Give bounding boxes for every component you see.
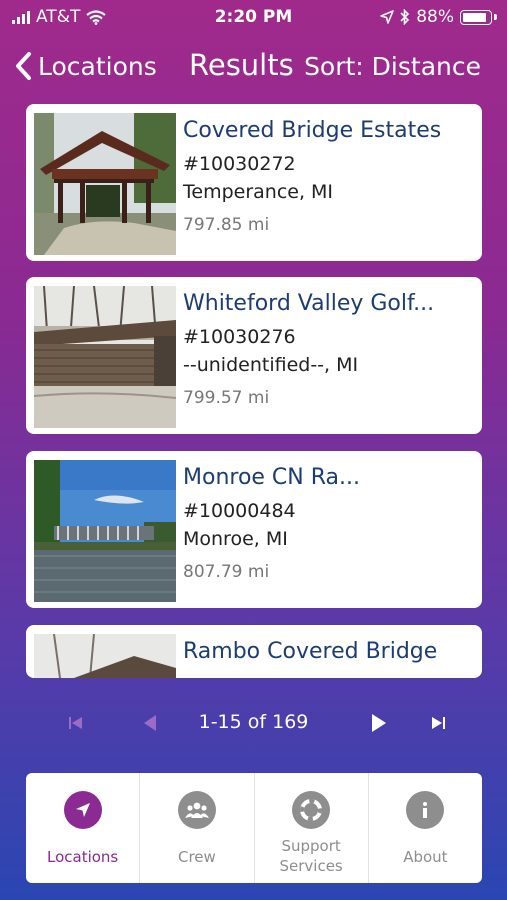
page-title: Results	[189, 48, 294, 82]
bluetooth-icon	[400, 9, 410, 25]
covered-bridge-photo	[34, 113, 176, 255]
tab-crew[interactable]: Crew	[140, 773, 255, 883]
result-location: --unidentified--, MI	[183, 354, 359, 376]
location-arrow-icon	[63, 791, 102, 829]
result-id: #10030272	[183, 153, 296, 175]
result-card[interactable]: Covered Bridge Estates #10030272 Tempera…	[26, 104, 482, 261]
tab-locations[interactable]: Locations	[26, 773, 141, 883]
location-services-icon	[380, 10, 395, 24]
covered-bridge-photo	[34, 286, 176, 428]
result-distance: 799.57 mi	[183, 388, 270, 408]
result-name[interactable]: Whiteford Valley Golf...	[183, 291, 474, 316]
lifebuoy-icon	[292, 791, 331, 829]
tab-label-line2: Services	[279, 857, 343, 875]
battery-label: 88%	[416, 7, 454, 27]
tab-support-services[interactable]: Support Services	[255, 773, 369, 883]
tab-label: Locations	[46, 848, 119, 866]
sort-button[interactable]: Sort: Distance	[304, 52, 481, 81]
railroad-bridge-photo	[34, 460, 176, 602]
result-name[interactable]: Rambo Covered Bridge	[183, 639, 474, 664]
covered-bridge-photo	[34, 634, 176, 678]
result-location: Monroe, MI	[183, 528, 288, 550]
result-card[interactable]: Rambo Covered Bridge	[26, 625, 482, 678]
result-id: #10030276	[183, 326, 296, 348]
result-distance: 797.85 mi	[183, 215, 270, 235]
result-id: #10000484	[183, 500, 296, 522]
tab-label: Crew	[177, 848, 216, 866]
group-icon	[177, 791, 216, 829]
back-label: Locations	[38, 51, 157, 81]
nav-bar: Locations Results Sort: Distance	[0, 48, 507, 88]
back-button[interactable]: Locations	[14, 51, 157, 81]
status-bar: AT&T 2:20 PM 88%	[0, 0, 507, 36]
last-page-icon[interactable]	[426, 711, 450, 735]
next-page-icon[interactable]	[366, 711, 390, 735]
tab-about[interactable]: About	[369, 773, 482, 883]
result-card[interactable]: Whiteford Valley Golf... #10030276 --uni…	[26, 277, 482, 434]
result-name[interactable]: Covered Bridge Estates	[183, 118, 474, 143]
result-location: Temperance, MI	[183, 181, 334, 203]
info-icon	[406, 791, 445, 829]
battery-icon	[460, 9, 492, 25]
tab-label: About	[403, 848, 448, 866]
result-distance: 807.79 mi	[183, 562, 270, 582]
chevron-left-icon	[16, 52, 31, 80]
result-card[interactable]: Monroe CN Ra... #10000484 Monroe, MI 807…	[26, 451, 482, 608]
tab-label-line1: Support	[281, 837, 341, 855]
result-name[interactable]: Monroe CN Ra...	[183, 465, 474, 490]
tab-bar: Locations Crew Support Services About	[26, 773, 482, 883]
pagination: 1-15 of 169	[0, 705, 507, 741]
